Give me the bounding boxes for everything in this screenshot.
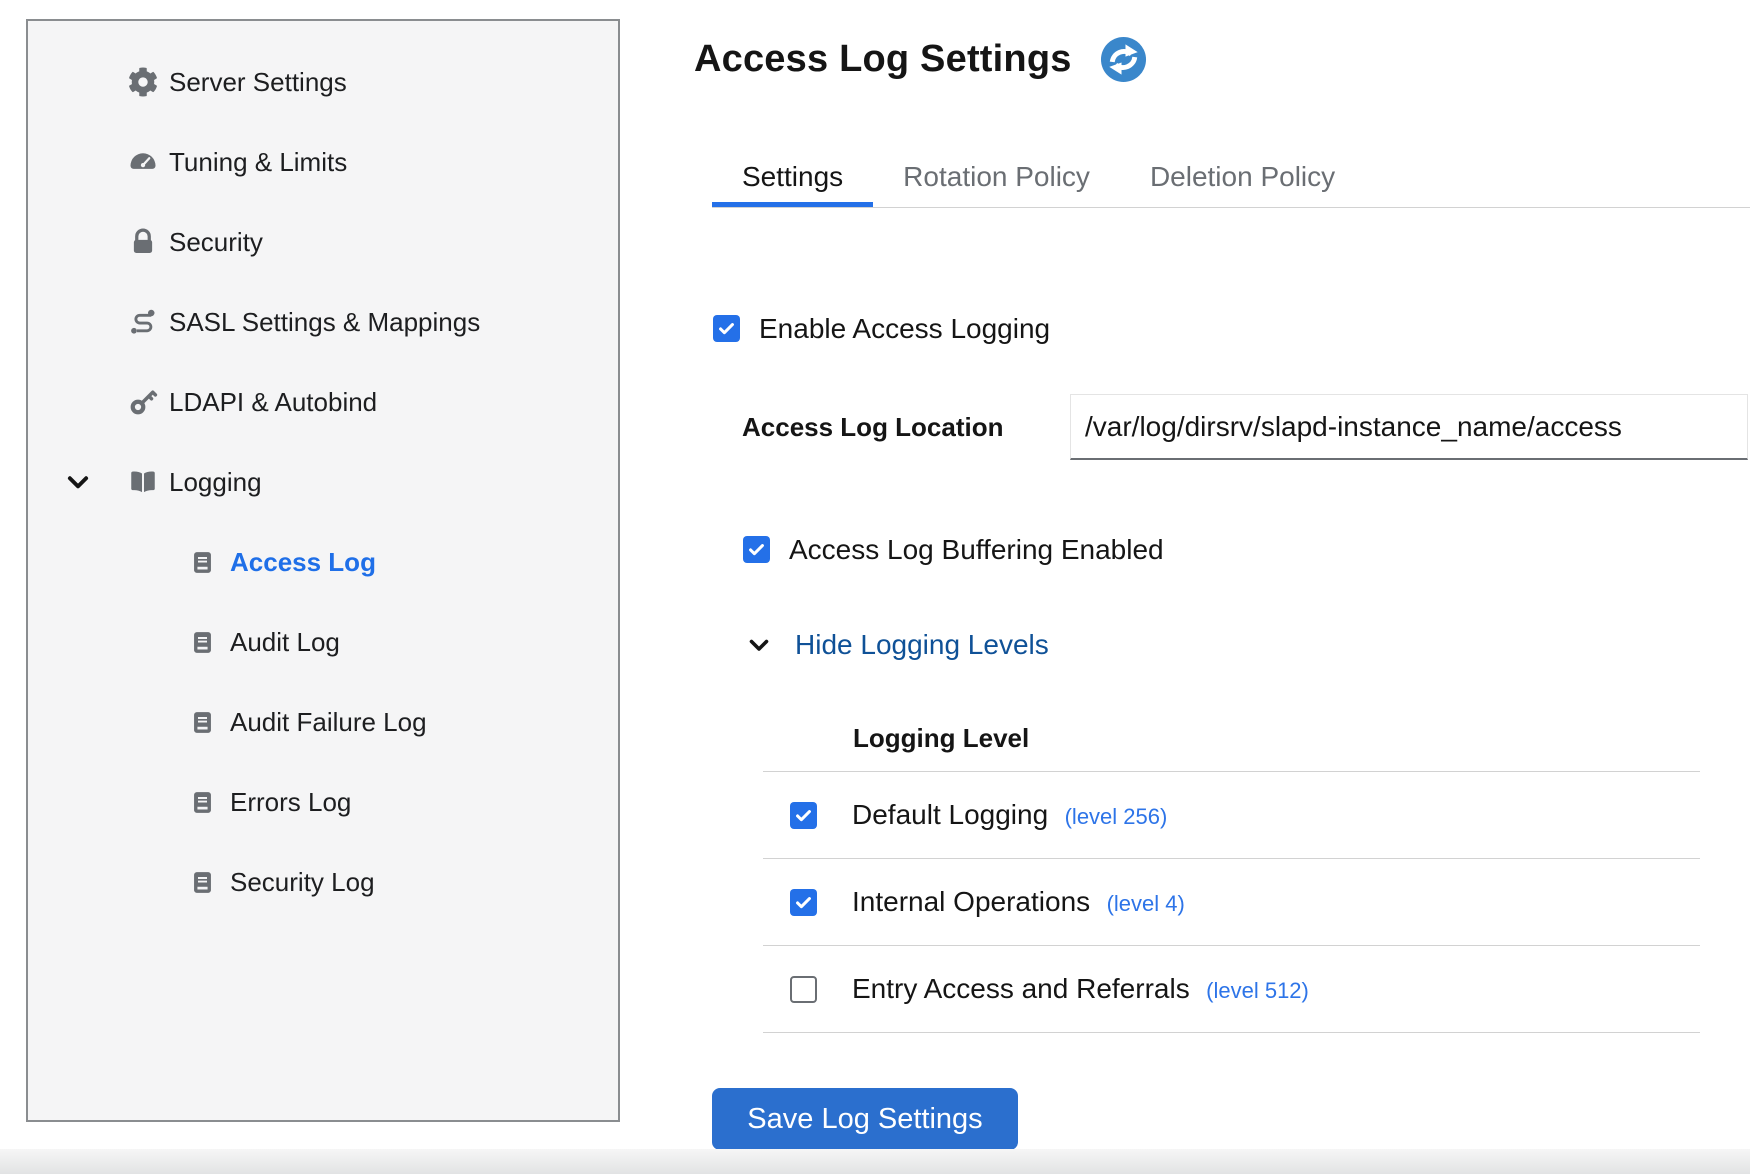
sidebar-item-ldapi-autobind[interactable]: LDAPI & Autobind: [28, 362, 618, 442]
log-book-icon: [189, 629, 216, 656]
chevron-spacer: [65, 309, 91, 335]
tab-deletion-policy[interactable]: Deletion Policy: [1120, 146, 1365, 207]
page-title: Access Log Settings: [694, 38, 1072, 81]
chevron-spacer: [65, 389, 91, 415]
sidebar-item-errors-log[interactable]: Errors Log: [28, 762, 618, 842]
access-log-location-label: Access Log Location: [742, 412, 1070, 443]
sidebar-item-label: Security: [169, 227, 263, 258]
sidebar-item-label: SASL Settings & Mappings: [169, 307, 480, 338]
logging-levels-table: Logging Level Default Logging (level 256…: [763, 705, 1700, 1033]
sidebar-item-sasl[interactable]: SASL Settings & Mappings: [28, 282, 618, 362]
logging-level-value: (level 4): [1107, 891, 1185, 916]
logging-level-label: Default Logging: [852, 799, 1048, 830]
chevron-down-icon[interactable]: [65, 469, 91, 495]
table-row: Entry Access and Referrals (level 512): [763, 946, 1700, 1033]
logging-level-column-header: Logging Level: [763, 705, 1700, 772]
gear-icon: [128, 67, 158, 97]
log-book-icon: [189, 789, 216, 816]
page-bottom-band: [0, 1149, 1750, 1174]
sidebar-item-security[interactable]: Security: [28, 202, 618, 282]
access-log-location-input[interactable]: [1070, 394, 1748, 460]
tab-settings[interactable]: Settings: [712, 146, 873, 207]
key-icon: [128, 387, 158, 417]
sidebar-item-label: Server Settings: [169, 67, 347, 98]
sidebar-item-label: Audit Failure Log: [230, 707, 427, 738]
chevron-spacer: [65, 229, 91, 255]
page-header: Access Log Settings: [694, 32, 1147, 86]
hide-logging-levels-link: Hide Logging Levels: [795, 629, 1049, 661]
enable-access-logging-label: Enable Access Logging: [759, 313, 1050, 345]
logging-level-label: Entry Access and Referrals: [852, 973, 1190, 1004]
tachometer-icon: [128, 147, 158, 177]
sidebar-item-label: Tuning & Limits: [169, 147, 347, 178]
sidebar-item-label: Security Log: [230, 867, 375, 898]
sidebar-item-logging[interactable]: Logging: [28, 442, 618, 522]
log-book-icon: [189, 709, 216, 736]
sidebar-item-server-settings[interactable]: Server Settings: [28, 42, 618, 122]
logging-levels-toggle[interactable]: Hide Logging Levels: [747, 627, 1049, 663]
logging-level-value: (level 256): [1065, 804, 1168, 829]
refresh-icon[interactable]: [1100, 36, 1147, 83]
chevron-spacer: [65, 149, 91, 175]
save-log-settings-button[interactable]: Save Log Settings: [712, 1088, 1018, 1150]
chevron-down-icon: [747, 633, 771, 657]
logging-level-label: Internal Operations: [852, 886, 1090, 917]
sidebar-item-access-log[interactable]: Access Log: [28, 522, 618, 602]
logging-level-value: (level 512): [1206, 978, 1309, 1003]
log-book-icon: [189, 549, 216, 576]
default-logging-checkbox[interactable]: [790, 802, 817, 829]
book-open-icon: [128, 467, 158, 497]
log-settings-tabs: Settings Rotation Policy Deletion Policy: [712, 146, 1750, 208]
chevron-spacer: [65, 69, 91, 95]
access-log-buffering-row: Access Log Buffering Enabled: [743, 534, 1164, 565]
sidebar-item-label: Audit Log: [230, 627, 340, 658]
route-icon: [128, 307, 158, 337]
log-book-icon: [189, 869, 216, 896]
access-log-buffering-label: Access Log Buffering Enabled: [789, 534, 1164, 566]
tab-rotation-policy[interactable]: Rotation Policy: [873, 146, 1120, 207]
table-row: Default Logging (level 256): [763, 772, 1700, 859]
internal-operations-checkbox[interactable]: [790, 889, 817, 916]
enable-access-logging-checkbox[interactable]: [713, 315, 740, 342]
sidebar-item-security-log[interactable]: Security Log: [28, 842, 618, 922]
sidebar-item-audit-log[interactable]: Audit Log: [28, 602, 618, 682]
entry-access-referrals-checkbox[interactable]: [790, 976, 817, 1003]
sidebar-item-label: LDAPI & Autobind: [169, 387, 377, 418]
enable-access-logging-row: Enable Access Logging: [713, 313, 1050, 344]
navigation-sidebar: Server Settings Tuning & Limits Security…: [26, 19, 620, 1122]
sidebar-item-label: Logging: [169, 467, 262, 498]
sidebar-item-label: Errors Log: [230, 787, 351, 818]
access-log-location-row: Access Log Location: [742, 394, 1748, 460]
sidebar-item-audit-failure-log[interactable]: Audit Failure Log: [28, 682, 618, 762]
nav-list: Server Settings Tuning & Limits Security…: [28, 42, 618, 922]
table-row: Internal Operations (level 4): [763, 859, 1700, 946]
access-log-buffering-checkbox[interactable]: [743, 536, 770, 563]
sidebar-item-label: Access Log: [230, 547, 376, 578]
lock-icon: [128, 227, 158, 257]
sidebar-item-tuning-limits[interactable]: Tuning & Limits: [28, 122, 618, 202]
